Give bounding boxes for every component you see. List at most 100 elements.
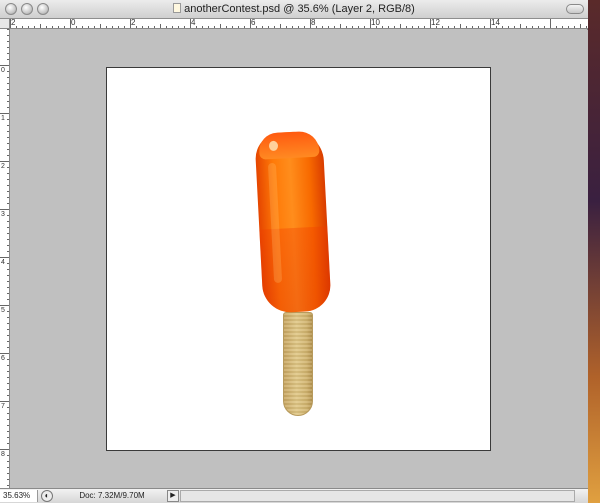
ruler-tick	[7, 221, 9, 222]
ruler-tick	[7, 179, 9, 180]
ruler-tick	[7, 83, 9, 84]
ruler-tick	[106, 26, 107, 28]
status-menu-arrow-icon[interactable]: ▶	[167, 490, 179, 502]
ruler-tick	[418, 26, 419, 28]
ruler-tick	[190, 19, 191, 28]
ruler-tick	[0, 113, 9, 114]
ruler-tick	[0, 401, 9, 402]
ruler-tick	[544, 26, 545, 28]
ruler-tick	[430, 19, 431, 28]
ruler-tick	[478, 26, 479, 28]
ruler-tick	[568, 26, 569, 28]
ruler-tick	[7, 275, 9, 276]
ruler-tick	[406, 26, 407, 28]
ruler-tick	[28, 26, 29, 28]
ruler-label: 0	[71, 19, 76, 27]
ruler-tick	[7, 341, 9, 342]
ruler-tick	[7, 347, 9, 348]
ruler-tick	[7, 425, 9, 426]
ruler-label: 6	[251, 19, 256, 27]
ruler-label: 5	[1, 307, 5, 314]
ruler-tick	[226, 26, 227, 28]
ruler-tick	[64, 26, 65, 28]
ruler-tick	[562, 26, 563, 28]
ruler-tick	[358, 26, 359, 28]
ruler-tick	[292, 26, 293, 28]
ruler-label: 2	[1, 163, 5, 170]
ruler-tick	[412, 26, 413, 28]
ruler-tick	[7, 41, 9, 42]
zoom-toggle-icon[interactable]: ◐	[41, 490, 53, 502]
ruler-tick	[112, 26, 113, 28]
desktop-background	[588, 0, 600, 503]
ruler-tick	[214, 26, 215, 28]
ruler-tick	[328, 26, 329, 28]
ruler-tick	[496, 26, 497, 28]
ruler-tick	[268, 26, 269, 28]
window-title-wrap: anotherContest.psd @ 35.6% (Layer 2, RGB…	[0, 3, 588, 15]
title-bar[interactable]: anotherContest.psd @ 35.6% (Layer 2, RGB…	[0, 0, 588, 19]
ruler-tick	[7, 215, 9, 216]
ruler-tick	[166, 26, 167, 28]
ruler-tick	[220, 24, 221, 28]
ruler-tick	[532, 26, 533, 28]
ruler-tick	[7, 323, 9, 324]
ruler-tick	[538, 26, 539, 28]
ruler-tick	[7, 395, 9, 396]
ruler-tick	[7, 443, 9, 444]
ruler-tick	[22, 26, 23, 28]
ruler-tick	[7, 455, 9, 456]
ruler-tick	[7, 173, 9, 174]
ruler-tick	[346, 26, 347, 28]
ruler-tick	[376, 26, 377, 28]
ruler-origin[interactable]	[0, 19, 10, 29]
ruler-tick	[0, 353, 9, 354]
ruler-label: 1	[1, 115, 5, 122]
ruler-tick	[58, 26, 59, 28]
ruler-tick	[160, 24, 161, 28]
vertical-ruler[interactable]: 0 1 2 3 4 5 6 7 8	[0, 29, 10, 488]
ruler-tick	[460, 24, 461, 28]
ruler-tick	[7, 413, 9, 414]
ruler-tick	[364, 26, 365, 28]
ruler-tick	[70, 19, 71, 28]
zoom-level-field[interactable]: 35.63%	[0, 490, 38, 502]
ruler-tick	[202, 26, 203, 28]
toolbar-toggle-button[interactable]	[566, 4, 584, 14]
ruler-label: 2	[131, 19, 136, 27]
ruler-tick	[7, 437, 9, 438]
ruler-tick	[304, 26, 305, 28]
ruler-tick	[0, 449, 9, 450]
window-title: anotherContest.psd @ 35.6% (Layer 2, RGB…	[184, 3, 415, 15]
ruler-tick	[154, 26, 155, 28]
ruler-label: 8	[311, 19, 316, 27]
ruler-tick	[490, 19, 491, 28]
ruler-tick	[16, 26, 17, 28]
ruler-tick	[7, 149, 9, 150]
ruler-tick	[7, 335, 9, 336]
horizontal-ruler[interactable]: 2 0 2 4 6 8 10 12 14	[10, 19, 588, 29]
ruler-tick	[7, 485, 9, 486]
ruler-tick	[124, 26, 125, 28]
ruler-tick	[322, 26, 323, 28]
ruler-tick	[7, 419, 9, 420]
document-window: anotherContest.psd @ 35.6% (Layer 2, RGB…	[0, 0, 588, 503]
ruler-tick	[7, 167, 9, 168]
ruler-tick	[178, 26, 179, 28]
ruler-tick	[7, 131, 9, 132]
ruler-tick	[7, 155, 9, 156]
ruler-tick	[316, 26, 317, 28]
ruler-tick	[7, 365, 9, 366]
horizontal-scrollbar[interactable]	[180, 490, 575, 502]
ruler-tick	[520, 24, 521, 28]
document-size-info: Doc: 7.32M/9.70M	[79, 491, 145, 500]
ruler-tick	[286, 26, 287, 28]
ruler-tick	[7, 125, 9, 126]
ruler-tick	[466, 26, 467, 28]
ruler-tick	[7, 71, 9, 72]
ruler-tick	[172, 26, 173, 28]
ruler-tick	[442, 26, 443, 28]
ruler-tick	[7, 35, 9, 36]
ruler-tick	[310, 19, 311, 28]
ruler-tick	[7, 89, 9, 90]
